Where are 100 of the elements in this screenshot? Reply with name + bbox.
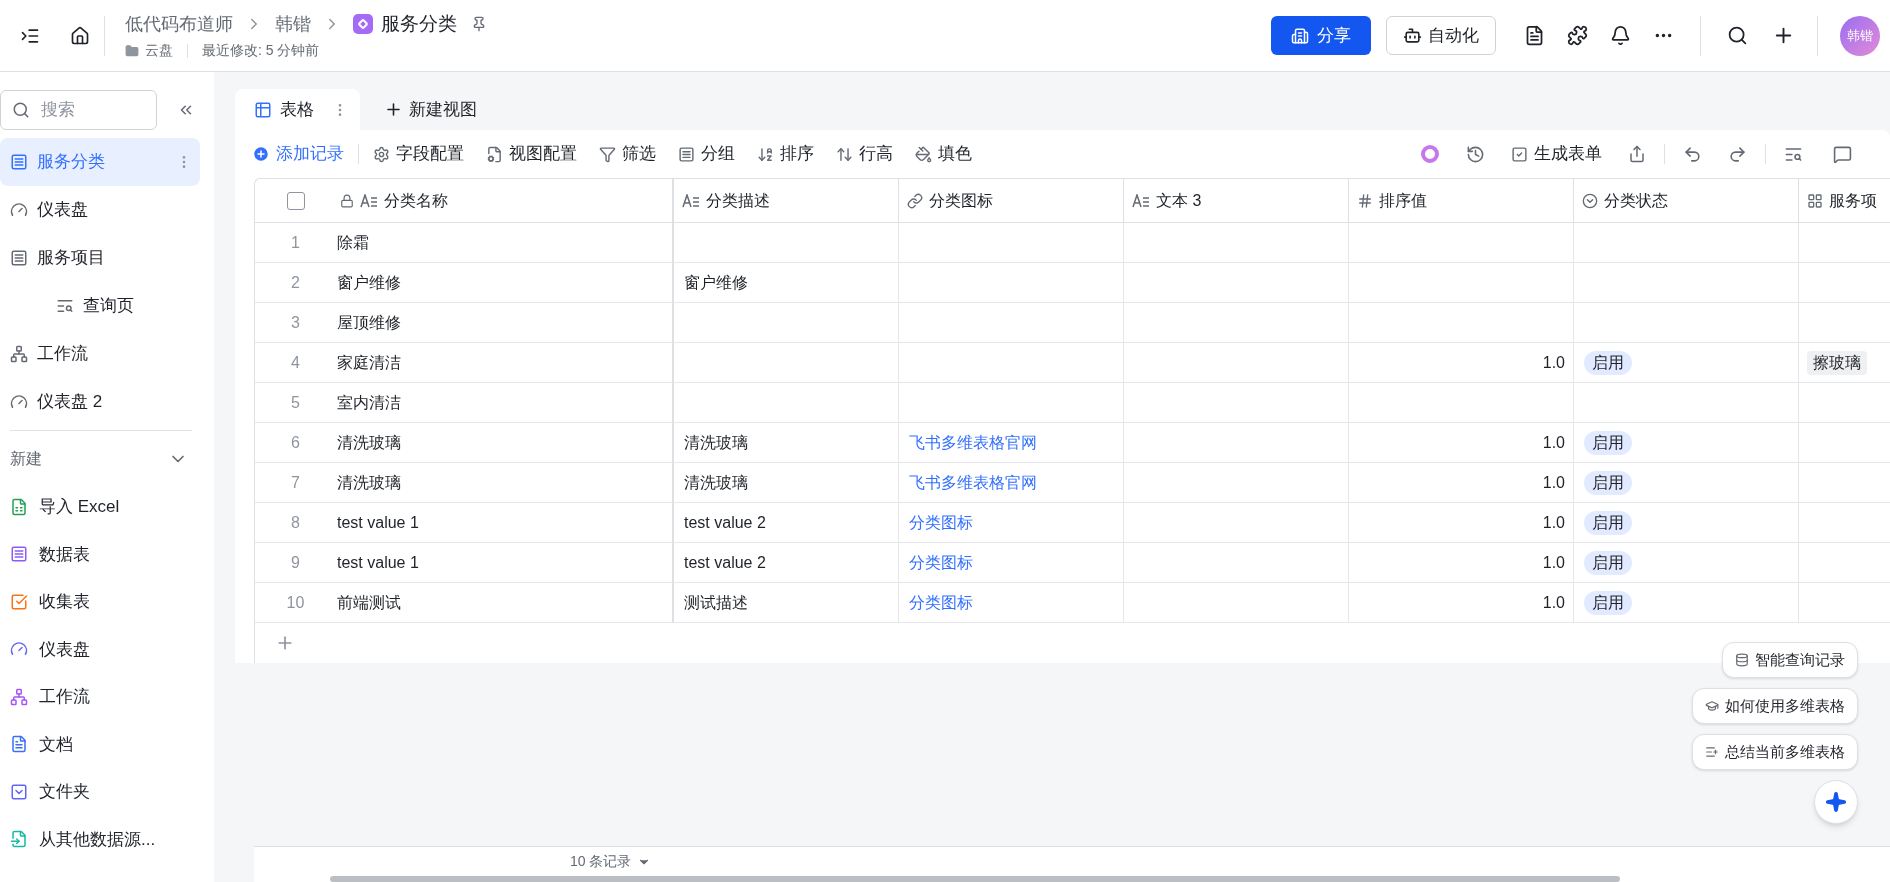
history-icon[interactable] (1466, 144, 1485, 164)
table-cell-text: 家庭清洁 (337, 352, 401, 373)
scrollbar[interactable] (330, 876, 1620, 882)
document-icon[interactable] (1524, 25, 1545, 46)
create-item[interactable]: 文件夹 (0, 768, 200, 816)
row-number: 6 (291, 432, 300, 453)
toolbar-button[interactable]: 字段配置 (373, 141, 464, 167)
toolbar-button[interactable]: 筛选 (599, 141, 656, 167)
toolbar-button[interactable]: 分组 (678, 141, 735, 167)
toolbar-button[interactable]: 填色 (915, 141, 972, 167)
select-all-checkbox[interactable] (286, 191, 305, 210)
new-view-button[interactable]: 新建视图 (384, 89, 477, 130)
link[interactable]: 分类图标 (909, 510, 973, 535)
table-cell-text: 室内清洁 (337, 392, 401, 413)
field-type-icon (907, 192, 923, 209)
item-icon (10, 545, 28, 564)
breadcrumb-link[interactable]: 韩锴 (275, 10, 311, 38)
generate-form-button[interactable]: 生成表单 (1511, 141, 1602, 167)
suggestion-chip[interactable]: 总结当前多维表格 (1692, 734, 1858, 770)
row-number: 1 (291, 232, 300, 253)
share-button[interactable]: 分享 (1271, 16, 1371, 55)
table-cell-text: test value 2 (684, 512, 766, 533)
bell-icon[interactable] (1610, 25, 1631, 46)
create-item[interactable]: 工作流 (0, 673, 200, 721)
column-header[interactable]: 分类名称 (336, 179, 674, 222)
document-title: 服务分类 (381, 11, 457, 36)
chip-icon (1705, 699, 1719, 713)
location-link[interactable]: 云盘 (145, 40, 173, 62)
table-cell-text: 1.0 (1542, 512, 1565, 533)
column-header[interactable]: 服务项 (1799, 179, 1890, 222)
ai-assistant-button[interactable] (1814, 780, 1858, 824)
text-field-icon (1132, 193, 1150, 208)
search-icon[interactable] (1727, 25, 1748, 46)
sidebar-item[interactable]: 服务项目 (0, 234, 200, 282)
status-tag: 启用 (1584, 430, 1632, 455)
ai-ring-icon[interactable] (1420, 144, 1440, 164)
tool-icon (915, 145, 932, 163)
redo-icon[interactable] (1728, 144, 1747, 164)
tool-icon (486, 145, 503, 163)
table-cell-text: 清洗玻璃 (337, 432, 401, 453)
column-header[interactable]: 分类描述 (674, 179, 899, 222)
create-item[interactable]: 仪表盘 (0, 625, 200, 673)
table-cell-text: 1.0 (1542, 432, 1565, 453)
view-tab[interactable]: 表格 (235, 89, 360, 130)
toolbar-button[interactable]: 视图配置 (486, 141, 577, 167)
table-cell-text: 清洗玻璃 (684, 432, 748, 453)
automation-button[interactable]: 自动化 (1386, 16, 1496, 55)
item-icon (10, 735, 28, 754)
table-cell-text: test value 1 (337, 512, 419, 533)
section-title: 新建 (10, 449, 43, 469)
puzzle-icon[interactable] (1567, 25, 1588, 46)
create-item[interactable]: 导入 Excel (0, 483, 200, 531)
table-cell-text: 屋顶维修 (337, 312, 401, 333)
share-icon[interactable] (1628, 145, 1646, 163)
breadcrumb-link[interactable]: 低代码布道师 (125, 10, 233, 38)
sidebar-item[interactable]: 工作流 (0, 330, 200, 378)
toolbar-button[interactable]: 行高 (836, 141, 893, 167)
table-cell-text: 测试描述 (684, 592, 748, 613)
row-number: 2 (291, 272, 300, 293)
sidebar-item[interactable]: 服务分类 (0, 138, 200, 186)
row-number: 10 (286, 592, 305, 613)
tool-icon (678, 145, 695, 163)
row-number: 8 (291, 512, 300, 533)
link[interactable]: 飞书多维表格官网 (909, 470, 1037, 495)
field-type-icon (1357, 192, 1373, 209)
robot-icon (1403, 26, 1422, 45)
link[interactable]: 分类图标 (909, 550, 973, 575)
item-icon (56, 297, 74, 315)
item-icon (10, 687, 28, 706)
create-item[interactable]: 从其他数据源... (0, 815, 200, 863)
add-record-button[interactable]: 添加记录 (252, 141, 344, 167)
suggestion-chip[interactable]: 智能查询记录 (1722, 642, 1858, 678)
tool-icon (373, 145, 390, 163)
last-modified: 最近修改: 5 分钟前 (202, 41, 320, 61)
home-icon[interactable] (70, 25, 90, 46)
form-icon (1511, 145, 1528, 163)
add-icon (252, 145, 270, 163)
create-item[interactable]: 文档 (0, 720, 200, 768)
field-type-icon (1582, 192, 1598, 209)
pin-icon[interactable] (471, 16, 487, 32)
column-header[interactable]: 排序值 (1349, 179, 1574, 222)
column-header[interactable]: 分类图标 (899, 179, 1124, 222)
table-cell-text: 前端测试 (337, 592, 401, 613)
column-header[interactable]: 分类状态 (1574, 179, 1799, 222)
column-header[interactable]: 文本 3 (1124, 179, 1349, 222)
create-item[interactable]: 收集表 (0, 578, 200, 626)
chip-icon (1705, 745, 1719, 759)
sidebar-item[interactable]: 仪表盘 (0, 186, 200, 234)
suggestion-chip[interactable]: 如何使用多维表格 (1692, 688, 1858, 724)
comment-icon[interactable] (1833, 144, 1852, 164)
search-field[interactable]: 搜索 (0, 90, 157, 130)
undo-icon[interactable] (1683, 144, 1702, 164)
sidebar-item[interactable]: 仪表盘 2 (0, 378, 200, 426)
toolbar-button[interactable]: 排序 (757, 141, 814, 167)
table-cell-text: 窗户维修 (684, 272, 748, 293)
sidebar-item[interactable]: 查询页 (0, 282, 200, 330)
link[interactable]: 分类图标 (909, 590, 973, 615)
create-item[interactable]: 数据表 (0, 530, 200, 578)
status-tag: 启用 (1584, 550, 1632, 575)
link[interactable]: 飞书多维表格官网 (909, 430, 1037, 455)
